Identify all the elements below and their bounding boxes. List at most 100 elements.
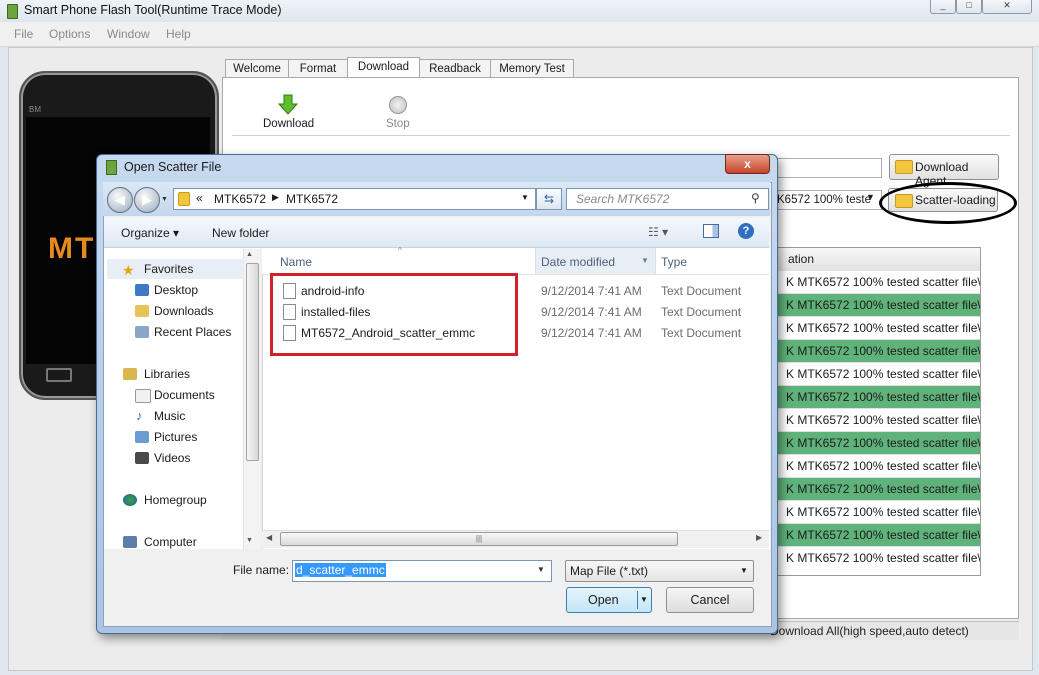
- menu-bar: [0, 22, 1039, 47]
- nav-libraries[interactable]: Libraries: [144, 367, 190, 381]
- recent-pages-dropdown[interactable]: ▼: [161, 196, 168, 203]
- breadcrumb-chevron-icon[interactable]: ▶: [272, 192, 279, 203]
- pictures-icon: [135, 431, 149, 443]
- stop-tool-label: Stop: [386, 118, 410, 130]
- phone-logo: MT: [48, 232, 96, 265]
- column-filter-dropdown-icon[interactable]: ▼: [641, 256, 649, 265]
- folder-icon: [178, 192, 190, 206]
- app-icon: [7, 4, 18, 19]
- view-options-icon[interactable]: ☷ ▾: [648, 225, 668, 239]
- nav-recent-places[interactable]: Recent Places: [154, 325, 231, 339]
- phone-menu-icon: [46, 368, 72, 382]
- tab-download[interactable]: Download: [347, 57, 420, 79]
- scatter-select-arrow-icon[interactable]: ▼: [866, 192, 875, 202]
- close-button[interactable]: ✕: [982, 0, 1032, 14]
- menu-window[interactable]: Window: [107, 27, 150, 41]
- address-bar[interactable]: « MTK6572 ▶ MTK6572 ▼: [173, 188, 536, 210]
- table-row[interactable]: K MTK6572 100% tested scatter file\...: [772, 523, 980, 547]
- back-arrow-icon[interactable]: ◀: [107, 187, 133, 213]
- grid-cell: K MTK6572 100% tested scatter file\...: [786, 551, 980, 565]
- search-placeholder: Search MTK6572: [576, 192, 670, 206]
- tab-memory-test[interactable]: Memory Test: [490, 59, 574, 78]
- breadcrumb-item[interactable]: MTK6572: [286, 192, 338, 206]
- grid-cell: K MTK6572 100% tested scatter file\...: [786, 459, 980, 473]
- open-button-label: Open: [588, 593, 619, 607]
- nav-pictures[interactable]: Pictures: [154, 430, 197, 444]
- file-date: 9/12/2014 7:41 AM: [541, 326, 642, 340]
- favorites-star-icon: ★: [122, 262, 135, 278]
- file-date: 9/12/2014 7:41 AM: [541, 305, 642, 319]
- download-agent-button[interactable]: Download Agent: [889, 154, 999, 188]
- table-row[interactable]: K MTK6572 100% tested scatter file\...: [772, 477, 980, 501]
- table-row[interactable]: K MTK6572 100% tested scatter file\...: [772, 454, 980, 478]
- help-icon[interactable]: ?: [738, 223, 754, 239]
- file-list-header: [262, 248, 769, 275]
- grid-cell: K MTK6572 100% tested scatter file\...: [786, 298, 980, 312]
- folder-icon: [895, 160, 913, 174]
- forward-arrow-icon[interactable]: ▶: [134, 187, 160, 213]
- tab-welcome[interactable]: Welcome: [225, 59, 289, 78]
- search-input[interactable]: Search MTK6572 ⚲: [566, 188, 769, 210]
- menu-options[interactable]: Options: [49, 27, 90, 41]
- nav-favorites[interactable]: Favorites: [144, 262, 193, 276]
- nav-music[interactable]: Music: [154, 409, 185, 423]
- file-name-dropdown-icon[interactable]: ▼: [537, 565, 545, 574]
- column-date-modified[interactable]: Date modified: [541, 255, 615, 269]
- table-row[interactable]: K MTK6572 100% tested scatter file\...: [772, 546, 980, 570]
- column-name[interactable]: Name: [280, 255, 312, 269]
- file-type-dropdown-icon[interactable]: ▼: [740, 561, 748, 581]
- table-row[interactable]: K MTK6572 100% tested scatter file\...: [772, 339, 980, 363]
- address-dropdown-icon[interactable]: ▼: [521, 193, 529, 202]
- refresh-icon[interactable]: ⇆: [536, 188, 562, 210]
- table-row[interactable]: K MTK6572 100% tested scatter file\...: [772, 316, 980, 340]
- file-type: Text Document: [661, 326, 742, 340]
- stop-tool-button[interactable]: Stop: [381, 92, 417, 132]
- dialog-title: Open Scatter File: [124, 160, 222, 174]
- main-title-bar: Smart Phone Flash Tool(Runtime Trace Mod…: [0, 0, 1039, 22]
- maximize-button[interactable]: □: [956, 0, 982, 14]
- table-row[interactable]: K MTK6572 100% tested scatter file\...: [772, 385, 980, 409]
- scrollbar-thumb[interactable]: |||: [280, 532, 678, 546]
- nav-homegroup[interactable]: Homegroup: [144, 493, 207, 507]
- nav-computer[interactable]: Computer: [144, 535, 197, 549]
- search-icon[interactable]: ⚲: [751, 191, 760, 205]
- cancel-button[interactable]: Cancel: [666, 587, 754, 613]
- table-row[interactable]: K MTK6572 100% tested scatter file\...: [772, 500, 980, 524]
- menu-help[interactable]: Help: [166, 27, 191, 41]
- nav-desktop[interactable]: Desktop: [154, 283, 198, 297]
- column-type[interactable]: Type: [661, 255, 687, 269]
- scatter-select-value: K6572 100% teste: [777, 194, 871, 206]
- nav-documents[interactable]: Documents: [154, 388, 215, 402]
- table-row[interactable]: K MTK6572 100% tested scatter file\...: [772, 293, 980, 317]
- tab-format[interactable]: Format: [288, 59, 348, 78]
- nav-videos[interactable]: Videos: [154, 451, 190, 465]
- tab-readback[interactable]: Readback: [419, 59, 491, 78]
- grid-cell: K MTK6572 100% tested scatter file\...: [786, 367, 980, 381]
- organize-button[interactable]: Organize ▾: [121, 226, 179, 240]
- navigation-scrollbar[interactable]: ▲ ▼: [243, 249, 260, 549]
- table-row[interactable]: K MTK6572 100% tested scatter file\...: [772, 431, 980, 455]
- open-button[interactable]: Open ▼: [566, 587, 652, 613]
- file-date: 9/12/2014 7:41 AM: [541, 284, 642, 298]
- recent-places-icon: [135, 326, 149, 338]
- grid-header-location: ation: [788, 252, 815, 266]
- menu-file[interactable]: File: [14, 27, 33, 41]
- documents-icon: [135, 389, 151, 403]
- new-folder-button[interactable]: New folder: [212, 226, 269, 240]
- minimize-button[interactable]: _: [930, 0, 956, 14]
- breadcrumb-item[interactable]: MTK6572: [214, 192, 266, 206]
- download-agent-path-field[interactable]: [776, 158, 882, 178]
- table-row[interactable]: K MTK6572 100% tested scatter file\...: [772, 362, 980, 386]
- file-type-select[interactable]: Map File (*.txt) ▼: [565, 560, 754, 582]
- table-row[interactable]: K MTK6572 100% tested scatter file\...: [772, 270, 980, 294]
- download-tool-button[interactable]: Download: [258, 92, 316, 132]
- dialog-close-button[interactable]: x: [725, 154, 770, 174]
- file-name-label: File name:: [233, 563, 290, 577]
- file-name-value[interactable]: d_scatter_emmc: [295, 563, 386, 577]
- downloads-icon: [135, 305, 149, 317]
- nav-downloads[interactable]: Downloads: [154, 304, 213, 318]
- table-row[interactable]: K MTK6572 100% tested scatter file\...: [772, 408, 980, 432]
- open-dropdown-icon[interactable]: ▼: [640, 588, 648, 612]
- preview-pane-icon[interactable]: [703, 224, 719, 238]
- computer-icon: [123, 536, 137, 548]
